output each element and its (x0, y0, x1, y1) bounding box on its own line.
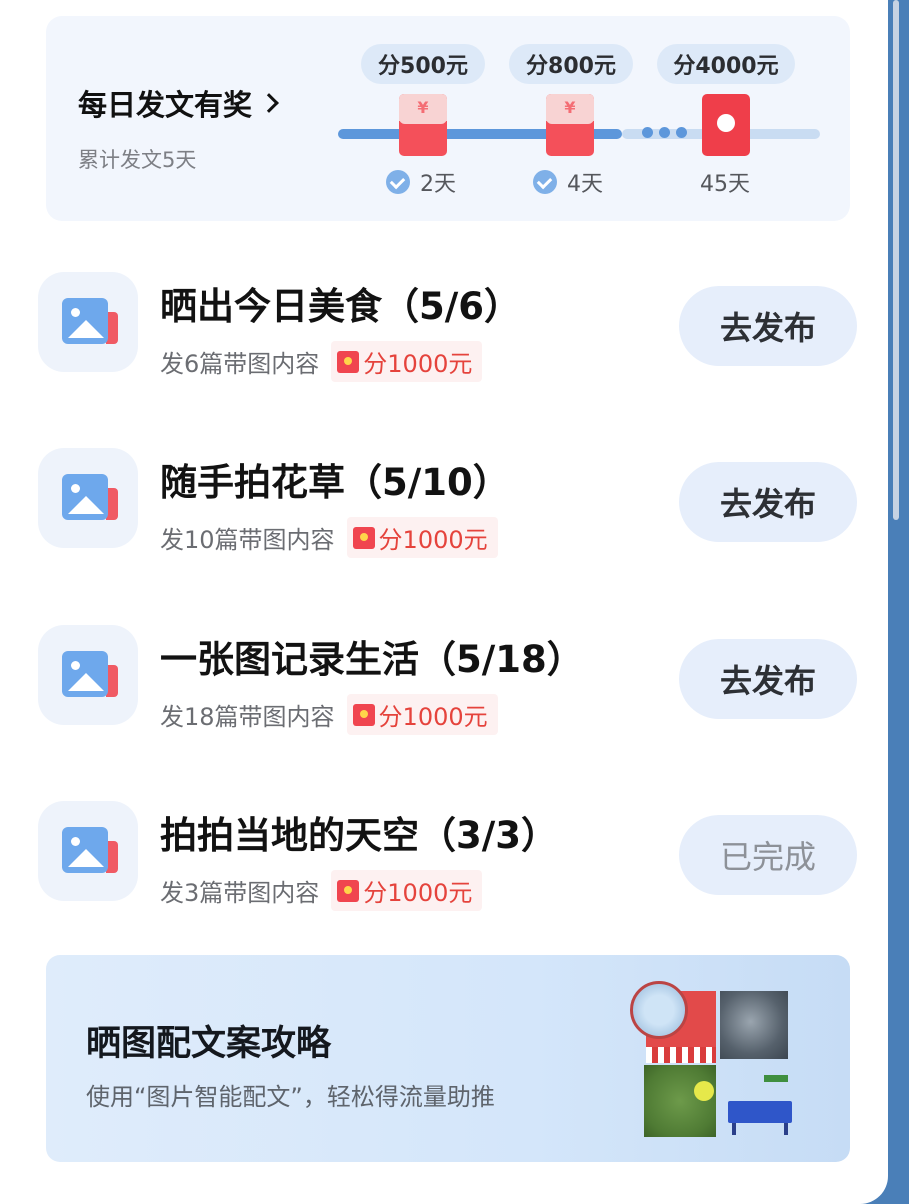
task-sheet: 每日发文有奖 累计发文5天 分500元 分800元 分4000元 ¥ ¥ 2天 (0, 0, 888, 1204)
task-description: 发18篇带图内容 分1000元 (160, 694, 498, 735)
task-requirement: 发10篇带图内容 (160, 526, 335, 554)
task-icon-container (38, 272, 138, 372)
red-envelope-icon: ¥ (546, 94, 594, 156)
milestone-day-label: 4天 (567, 172, 603, 197)
task-title: 晒出今日美食（5/6） (160, 285, 522, 328)
image-icon (62, 651, 108, 697)
reward-badge: 分1000元 (331, 341, 483, 382)
milestone-reward-pill: 分4000元 (657, 44, 795, 84)
milestone-day: 2天 (386, 166, 456, 198)
task-item: 随手拍花草（5/10） 发10篇带图内容 分1000元 去发布 (0, 432, 888, 582)
completed-button[interactable]: 已完成 (679, 815, 857, 895)
scrollbar[interactable] (893, 0, 899, 520)
task-item: 晒出今日美食（5/6） 发6篇带图内容 分1000元 去发布 (0, 256, 888, 406)
task-icon-container (38, 448, 138, 548)
red-envelope-icon (337, 350, 360, 373)
red-envelope-icon (337, 879, 360, 902)
reward-badge: 分1000元 (346, 694, 498, 735)
check-circle-icon (386, 170, 410, 194)
image-icon (62, 474, 108, 520)
milestone-day-label: 2天 (420, 172, 456, 197)
task-title: 拍拍当地的天空（3/3） (160, 814, 559, 857)
daily-reward-card[interactable]: 每日发文有奖 累计发文5天 分500元 分800元 分4000元 ¥ ¥ 2天 (46, 16, 850, 221)
progress-ellipsis-dot (642, 127, 653, 138)
reward-amount: 分1000元 (363, 350, 473, 378)
milestone-day-label: 45天 (700, 172, 750, 197)
check-circle-icon (533, 170, 557, 194)
red-envelope-icon (352, 703, 375, 726)
milestone-day: 4天 (533, 166, 603, 198)
task-icon-container (38, 625, 138, 725)
chevron-right-icon (259, 93, 279, 113)
progress-ellipsis-dot (659, 127, 670, 138)
task-description: 发3篇带图内容 分1000元 (160, 870, 483, 911)
image-icon (62, 298, 108, 344)
progress-ellipsis-dot (676, 127, 687, 138)
task-title: 一张图记录生活（5/18） (160, 638, 584, 681)
task-item: 一张图记录生活（5/18） 发18篇带图内容 分1000元 去发布 (0, 609, 888, 759)
daily-reward-link[interactable]: 每日发文有奖 (78, 82, 279, 124)
task-requirement: 发3篇带图内容 (160, 879, 320, 907)
daily-reward-title: 每日发文有奖 (78, 88, 253, 122)
task-requirement: 发18篇带图内容 (160, 703, 335, 731)
task-title: 随手拍花草（5/10） (160, 461, 510, 504)
reward-badge: 分1000元 (346, 517, 498, 558)
publish-button[interactable]: 去发布 (679, 639, 857, 719)
publish-button[interactable]: 去发布 (679, 286, 857, 366)
task-requirement: 发6篇带图内容 (160, 350, 320, 378)
red-envelope-icon (702, 94, 750, 156)
task-icon-container (38, 801, 138, 901)
red-envelope-icon (352, 526, 375, 549)
task-description: 发6篇带图内容 分1000元 (160, 341, 483, 382)
red-envelope-icon: ¥ (399, 94, 447, 156)
guide-title: 晒图配文案攻略 (86, 1024, 332, 1064)
milestone-day: 45天 (700, 166, 750, 198)
reward-amount: 分1000元 (363, 879, 473, 907)
reward-amount: 分1000元 (378, 526, 488, 554)
photo-collage-illustration (628, 977, 828, 1142)
publish-button[interactable]: 去发布 (679, 462, 857, 542)
image-icon (62, 827, 108, 873)
daily-reward-progress-text: 累计发文5天 (78, 148, 197, 172)
reward-badge: 分1000元 (331, 870, 483, 911)
guide-subtitle: 使用“图片智能配文”，轻松得流量助推 (86, 1083, 495, 1111)
task-item: 拍拍当地的天空（3/3） 发3篇带图内容 分1000元 已完成 (0, 785, 888, 935)
caption-guide-banner[interactable]: 晒图配文案攻略 使用“图片智能配文”，轻松得流量助推 (46, 955, 850, 1162)
milestone-reward-pill: 分500元 (361, 44, 485, 84)
milestone-reward-pill: 分800元 (509, 44, 633, 84)
reward-amount: 分1000元 (378, 703, 488, 731)
task-description: 发10篇带图内容 分1000元 (160, 517, 498, 558)
